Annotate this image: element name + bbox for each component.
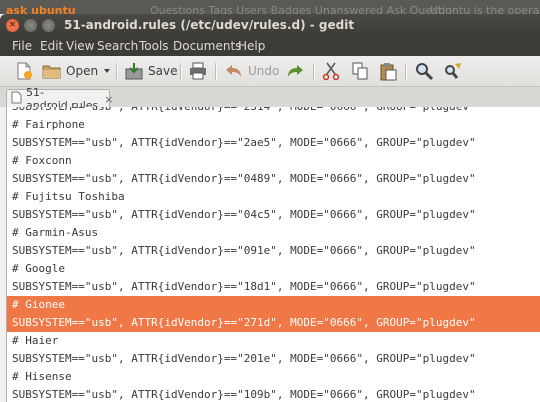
toolbar-separator [116,63,118,80]
copy-icon [350,61,370,81]
open-label: Open [66,64,99,78]
text-editor[interactable]: SUBSYSTEM=="usb", ATTR{idVendor}=="2314"… [6,107,540,402]
find-button[interactable] [414,60,434,82]
clipboard-icon [378,61,398,81]
code-line: # Foxconn [12,154,72,167]
code-line: # Garmin-Asus [12,226,99,239]
window-title: 51-android.rules (/etc/udev/rules.d) - g… [64,18,355,32]
code-line: SUBSYSTEM=="usb", ATTR{idVendor}=="109b"… [12,388,476,401]
redo-button[interactable] [285,60,305,82]
copy-button[interactable] [350,60,370,82]
menu-documents[interactable]: Documents [173,39,241,53]
scissors-icon [321,61,341,81]
print-button[interactable] [188,60,208,82]
redo-arrow-icon [285,61,305,81]
undo-label: Undo [248,64,280,78]
tab-close-icon[interactable]: × [104,93,113,106]
menu-file[interactable]: File [12,39,32,53]
toolbar: Open Save Undo [0,56,540,87]
close-window-button[interactable]: × [6,19,19,32]
magnifier-icon [414,61,434,81]
minimize-window-button[interactable] [24,19,37,32]
code-line: SUBSYSTEM=="usb", ATTR{idVendor}=="2314"… [12,107,476,116]
folder-icon [42,61,62,81]
new-document-icon [14,61,34,81]
code-line: # Gionee [12,298,65,311]
toolbar-separator [180,63,182,80]
code-line: SUBSYSTEM=="usb", ATTR{idVendor}=="18d1"… [12,280,476,293]
gedit-window: × 51-android.rules (/etc/udev/rules.d) -… [0,14,540,402]
toolbar-separator [405,63,407,80]
title-bar: × 51-android.rules (/etc/udev/rules.d) -… [0,14,540,36]
code-line: SUBSYSTEM=="usb", ATTR{idVendor}=="2ae5"… [12,136,476,149]
printer-icon [188,61,208,81]
open-recent-dropdown[interactable] [103,60,111,82]
code-line: SUBSYSTEM=="usb", ATTR{idVendor}=="091e"… [12,244,476,257]
open-button[interactable]: Open [42,60,98,82]
menu-view[interactable]: View [66,39,94,53]
toolbar-separator [313,63,315,80]
paste-button[interactable] [378,60,398,82]
code-line: # Google [12,262,65,275]
document-icon [11,91,22,107]
new-document-button[interactable] [14,60,34,82]
save-button[interactable]: Save [124,60,177,82]
code-line: # Fujitsu Toshiba [12,190,125,203]
menu-bar: File Edit View Search Tools Documents He… [0,36,540,56]
undo-arrow-icon [224,61,244,81]
code-line: SUBSYSTEM=="usb", ATTR{idVendor}=="271d"… [12,316,476,329]
save-icon [124,61,144,81]
menu-help[interactable]: Help [238,39,265,53]
code-line: # Haier [12,334,59,347]
undo-button[interactable]: Undo [224,60,279,82]
menu-tools[interactable]: Tools [139,39,169,53]
maximize-window-button[interactable] [42,19,55,32]
cut-button[interactable] [321,60,341,82]
tab-51-android-rules[interactable]: 51-android.rules × [6,86,114,112]
code-line: SUBSYSTEM=="usb", ATTR{idVendor}=="201e"… [12,352,476,365]
tab-bar: 51-android.rules × [0,86,540,112]
find-replace-button[interactable] [443,60,463,82]
code-line: # Fairphone [12,118,85,131]
menu-search[interactable]: Search [97,39,138,53]
menu-edit[interactable]: Edit [40,39,63,53]
save-label: Save [148,64,178,78]
find-replace-icon [443,61,463,81]
code-line: SUBSYSTEM=="usb", ATTR{idVendor}=="0489"… [12,172,476,185]
code-line: # Hisense [12,370,72,383]
code-line: SUBSYSTEM=="usb", ATTR{idVendor}=="04c5"… [12,208,476,221]
toolbar-separator [215,63,217,80]
chevron-down-icon [103,67,111,75]
